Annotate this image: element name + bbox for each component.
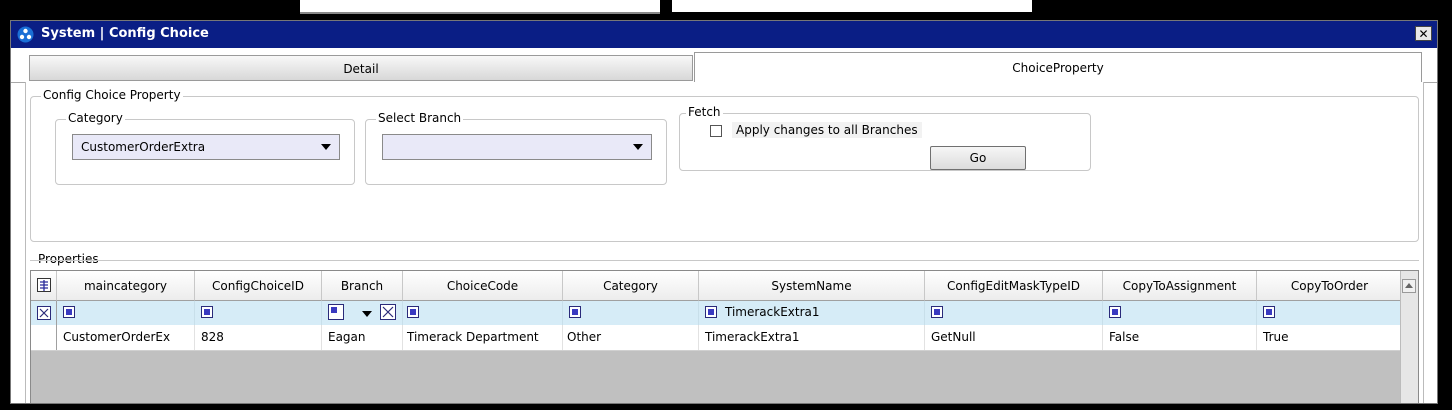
category-group: Category CustomerOrderExtra [55, 111, 355, 185]
column-header-copytoassignment[interactable]: CopyToAssignment [1103, 271, 1257, 301]
tab-detail[interactable]: Detail [29, 55, 693, 81]
row-selector[interactable] [31, 325, 57, 350]
go-button[interactable]: Go [930, 146, 1026, 170]
chevron-down-icon [633, 144, 643, 150]
column-header-category[interactable]: Category [563, 271, 699, 301]
properties-grid: maincategory ConfigChoiceID Branch Choic… [30, 270, 1419, 403]
filter-operator-icon[interactable] [569, 306, 581, 318]
filter-configeditmasktypeid[interactable] [925, 301, 1103, 325]
tab-content: Config Choice Property Category Customer… [25, 82, 1424, 403]
cell-systemname[interactable]: TimerackExtra1 [699, 325, 925, 350]
cell-configeditmasktypeid[interactable]: GetNull [925, 325, 1103, 350]
column-header-systemname[interactable]: SystemName [699, 271, 925, 301]
filter-operator-icon[interactable] [201, 306, 213, 318]
background-window-strip [300, 0, 660, 14]
filter-row: TimerackExtra1 [31, 301, 1403, 326]
column-header-copytoorder[interactable]: CopyToOrder [1257, 271, 1403, 301]
config-choice-property-group: Config Choice Property Category Customer… [30, 88, 1419, 242]
select-branch-legend: Select Branch [376, 111, 464, 125]
clear-branch-filter-icon[interactable] [380, 304, 396, 320]
column-header-configchoiceid[interactable]: ConfigChoiceID [195, 271, 322, 301]
category-legend: Category [66, 111, 125, 125]
filter-category[interactable] [563, 301, 699, 325]
properties-divider [30, 260, 1419, 261]
window-title: System | Config Choice [41, 26, 209, 41]
tab-choiceproperty[interactable]: ChoiceProperty [694, 52, 1422, 82]
apply-all-branches-label: Apply changes to all Branches [732, 122, 922, 138]
filter-operator-icon[interactable] [705, 306, 717, 318]
clear-filter-button[interactable] [31, 301, 57, 325]
cell-configchoiceid[interactable]: 828 [195, 325, 322, 350]
scroll-up-icon[interactable] [1402, 279, 1416, 293]
filter-copytoorder[interactable] [1257, 301, 1403, 325]
column-header-choicecode[interactable]: ChoiceCode [403, 271, 563, 301]
tab-bar: Detail ChoiceProperty [11, 48, 1437, 83]
title-bar[interactable]: System | Config Choice ✕ [11, 21, 1437, 48]
fetch-legend: Fetch [686, 105, 723, 119]
filter-operator-icon[interactable] [328, 304, 344, 320]
properties-legend: Properties [36, 252, 101, 266]
chevron-down-icon[interactable] [362, 311, 372, 317]
close-button[interactable]: ✕ [1415, 26, 1432, 41]
filter-operator-icon[interactable] [63, 306, 75, 318]
config-choice-property-legend: Config Choice Property [41, 88, 183, 102]
cell-branch[interactable]: Eagan [322, 325, 403, 350]
cell-choicecode[interactable]: Timerack Department [403, 325, 563, 350]
category-select[interactable]: CustomerOrderExtra [72, 134, 340, 160]
filter-operator-icon[interactable] [1109, 306, 1121, 318]
filter-maincategory[interactable] [57, 301, 195, 325]
chevron-down-icon [321, 144, 331, 150]
filter-systemname-value[interactable]: TimerackExtra1 [725, 305, 820, 319]
filter-systemname[interactable]: TimerackExtra1 [699, 301, 925, 325]
filter-branch[interactable] [322, 301, 403, 325]
clear-filter-icon [37, 306, 51, 320]
column-header-branch[interactable]: Branch [322, 271, 403, 301]
filter-operator-icon[interactable] [931, 306, 943, 318]
app-icon [17, 26, 34, 43]
filter-operator-icon[interactable] [407, 306, 419, 318]
config-choice-window: System | Config Choice ✕ Detail ChoicePr… [10, 20, 1438, 404]
apply-all-branches-checkbox[interactable] [710, 125, 722, 137]
column-chooser-button[interactable] [31, 271, 57, 301]
cell-category[interactable]: Other [563, 325, 699, 350]
fetch-group: Fetch Apply changes to all Branches Go [679, 105, 1091, 171]
column-header-maincategory[interactable]: maincategory [57, 271, 195, 301]
cell-copytoorder[interactable]: True [1257, 325, 1403, 350]
table-row[interactable]: CustomerOrderEx 828 Eagan Timerack Depar… [31, 325, 1403, 351]
category-select-value: CustomerOrderExtra [81, 140, 206, 154]
vertical-scrollbar[interactable] [1400, 271, 1418, 403]
cell-copytoassignment[interactable]: False [1103, 325, 1257, 350]
column-chooser-icon [36, 278, 51, 292]
cell-maincategory[interactable]: CustomerOrderEx [57, 325, 195, 350]
column-header-configeditmasktypeid[interactable]: ConfigEditMaskTypeID [925, 271, 1103, 301]
branch-select[interactable] [382, 134, 652, 160]
select-branch-group: Select Branch [365, 111, 667, 185]
filter-operator-icon[interactable] [1263, 306, 1275, 318]
filter-choicecode[interactable] [403, 301, 563, 325]
background-window-strip-2 [672, 0, 1032, 12]
filter-copytoassignment[interactable] [1103, 301, 1257, 325]
filter-configchoiceid[interactable] [195, 301, 322, 325]
